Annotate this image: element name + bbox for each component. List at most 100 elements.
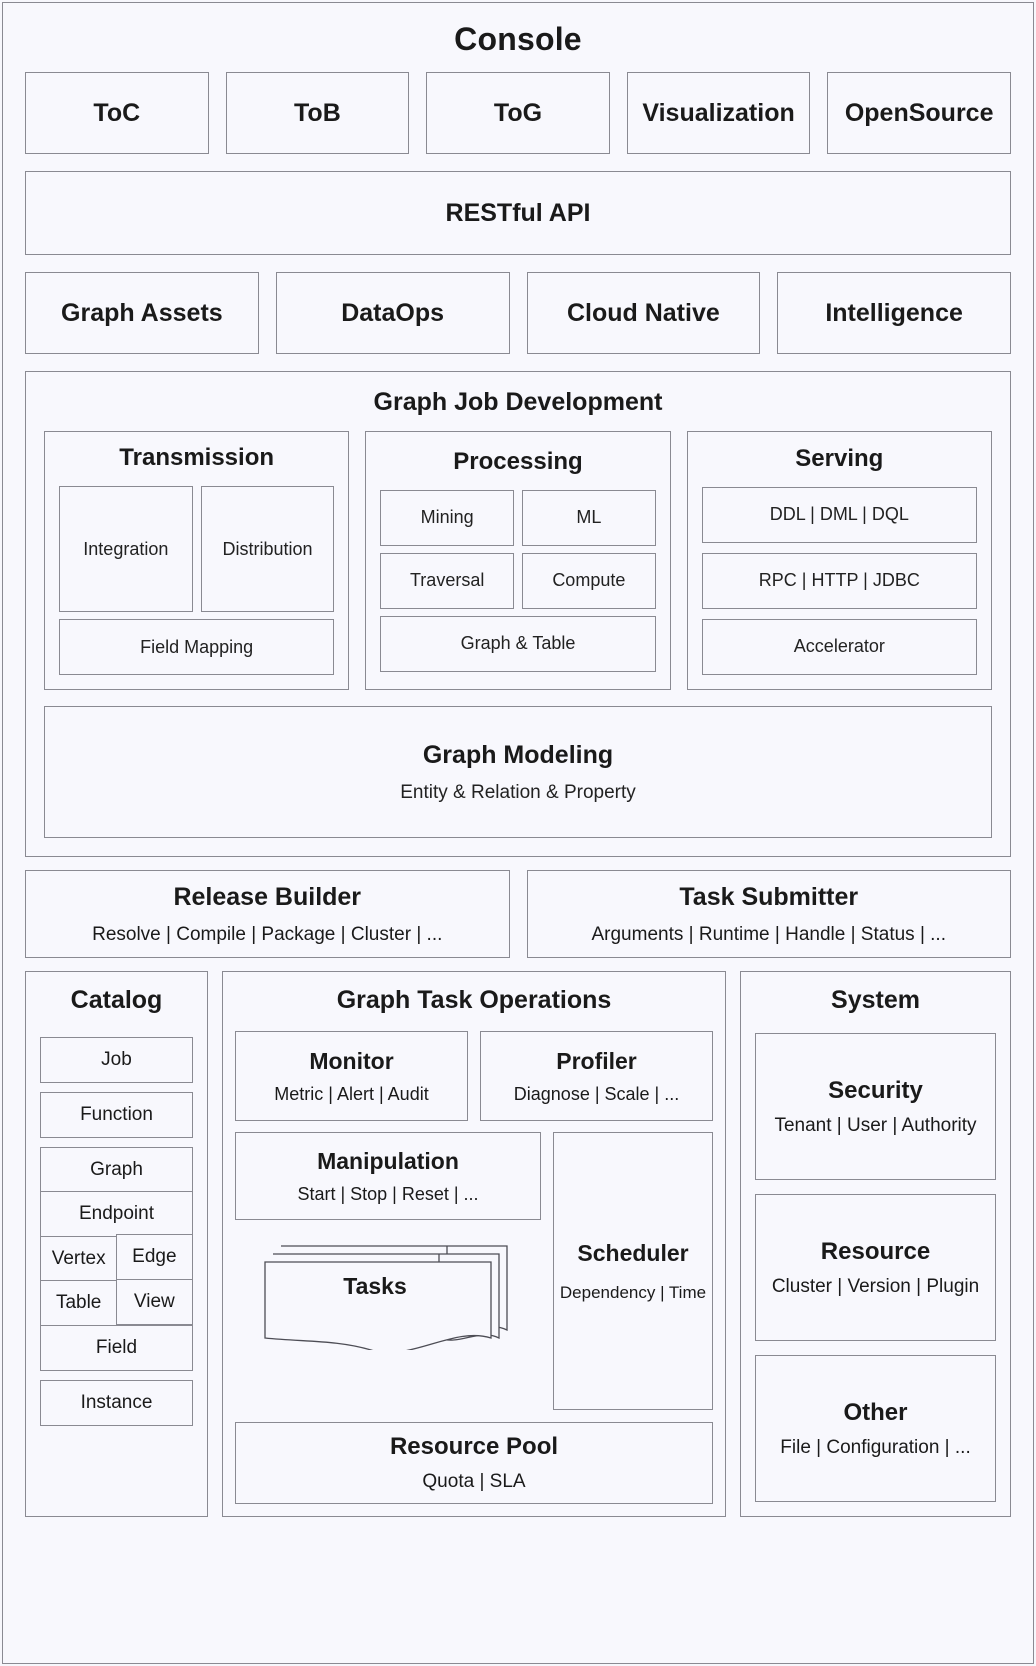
catalog-panel: Catalog Job Function Graph Endpoint Vert… bbox=[25, 971, 208, 1517]
profiler-title: Profiler bbox=[556, 1047, 637, 1074]
catalog-item-view[interactable]: View bbox=[115, 1278, 193, 1325]
graph-job-development-panel: Graph Job Development Transmission Integ… bbox=[25, 371, 1011, 857]
scheduler-subtitle: Dependency | Time bbox=[559, 1282, 707, 1302]
catalog-item-graph[interactable]: Graph bbox=[40, 1147, 193, 1193]
manipulation-box[interactable]: Manipulation Start | Stop | Reset | ... bbox=[235, 1132, 541, 1220]
graph-job-development-columns: Transmission Integration Distribution Fi… bbox=[26, 431, 1010, 690]
bottom-row: Catalog Job Function Graph Endpoint Vert… bbox=[25, 971, 1011, 1517]
serving-title: Serving bbox=[795, 444, 884, 472]
catalog-item-endpoint[interactable]: Endpoint bbox=[40, 1191, 193, 1238]
catalog-item-field[interactable]: Field bbox=[40, 1324, 193, 1371]
scheduler-box[interactable]: Scheduler Dependency | Time bbox=[553, 1132, 713, 1410]
release-builder-title: Release Builder bbox=[173, 882, 362, 911]
console-diagram-root: Console ToC ToB ToG Visualization OpenSo… bbox=[2, 2, 1034, 1664]
profiler-box[interactable]: Profiler Diagnose | Scale | ... bbox=[480, 1031, 713, 1121]
transmission-item-integration[interactable]: Integration bbox=[59, 486, 193, 612]
page-title: Console bbox=[454, 21, 582, 57]
channel-row: ToC ToB ToG Visualization OpenSource bbox=[25, 72, 1011, 154]
processing-item-ml[interactable]: ML bbox=[522, 489, 656, 546]
channel-label: ToB bbox=[294, 98, 341, 127]
capability-box-intelligence[interactable]: Intelligence bbox=[777, 272, 1011, 354]
capability-label: Intelligence bbox=[825, 298, 963, 327]
transmission-item-distribution[interactable]: Distribution bbox=[200, 486, 335, 612]
tasks-stack-wrapper: Tasks bbox=[235, 1232, 541, 1410]
resource-box[interactable]: Resource Cluster | Version | Plugin bbox=[755, 1194, 996, 1341]
graph-modeling-title: Graph Modeling bbox=[422, 740, 614, 769]
monitor-subtitle: Metric | Alert | Audit bbox=[274, 1083, 429, 1104]
system-body: Security Tenant | User | Authority Resou… bbox=[741, 1027, 1010, 1516]
other-box[interactable]: Other File | Configuration | ... bbox=[755, 1355, 996, 1502]
monitor-title: Monitor bbox=[309, 1047, 394, 1074]
transmission-pair-row: Integration Distribution bbox=[59, 486, 335, 612]
graph-task-operations-panel: Graph Task Operations Monitor Metric | A… bbox=[222, 971, 726, 1517]
serving-panel: Serving DDL | DML | DQL RPC | HTTP | JDB… bbox=[686, 431, 992, 690]
capability-label: Graph Assets bbox=[61, 298, 223, 327]
catalog-item-vertex[interactable]: Vertex bbox=[40, 1235, 118, 1282]
resource-pool-subtitle: Quota | SLA bbox=[422, 1471, 526, 1492]
resource-pool-title: Resource Pool bbox=[389, 1433, 559, 1460]
channel-box-opensource[interactable]: OpenSource bbox=[827, 72, 1011, 154]
serving-item-ddl-dml-dql[interactable]: DDL | DML | DQL bbox=[701, 486, 977, 543]
catalog-item-function[interactable]: Function bbox=[40, 1092, 193, 1138]
other-subtitle: File | Configuration | ... bbox=[780, 1436, 971, 1458]
processing-item-graph-and-table[interactable]: Graph & Table bbox=[380, 615, 656, 672]
manipulation-tasks-column: Manipulation Start | Stop | Reset | ... bbox=[235, 1132, 541, 1410]
security-box[interactable]: Security Tenant | User | Authority bbox=[755, 1033, 996, 1180]
catalog-item-edge[interactable]: Edge bbox=[115, 1234, 193, 1281]
task-submitter-box[interactable]: Task Submitter Arguments | Runtime | Han… bbox=[526, 870, 1011, 958]
task-submitter-subtitle: Arguments | Runtime | Handle | Status | … bbox=[591, 923, 946, 945]
graph-modeling-box[interactable]: Graph Modeling Entity & Relation & Prope… bbox=[44, 706, 992, 838]
restful-api-box[interactable]: RESTful API bbox=[25, 171, 1011, 255]
release-builder-box[interactable]: Release Builder Resolve | Compile | Pack… bbox=[25, 870, 510, 958]
monitor-box[interactable]: Monitor Metric | Alert | Audit bbox=[235, 1031, 468, 1121]
capability-box-dataops[interactable]: DataOps bbox=[275, 272, 510, 354]
processing-panel: Processing Mining ML Traversal Compute G… bbox=[365, 431, 671, 690]
channel-label: ToG bbox=[493, 98, 543, 127]
capability-row: Graph Assets DataOps Cloud Native Intell… bbox=[25, 272, 1011, 354]
serving-item-rpc-http-jdbc[interactable]: RPC | HTTP | JDBC bbox=[701, 552, 977, 609]
catalog-item-instance[interactable]: Instance bbox=[40, 1379, 193, 1426]
security-title: Security bbox=[828, 1076, 923, 1104]
resource-subtitle: Cluster | Version | Plugin bbox=[771, 1275, 980, 1297]
capability-label: DataOps bbox=[341, 298, 445, 327]
catalog-item-table[interactable]: Table bbox=[40, 1280, 118, 1327]
transmission-item-field-mapping[interactable]: Field Mapping bbox=[59, 619, 335, 675]
processing-row-2: Traversal Compute bbox=[380, 552, 656, 609]
channel-box-toc[interactable]: ToC bbox=[25, 72, 209, 154]
manipulation-title: Manipulation bbox=[317, 1147, 459, 1174]
builder-submitter-row: Release Builder Resolve | Compile | Pack… bbox=[25, 870, 1011, 958]
graph-modeling-subtitle: Entity & Relation & Property bbox=[400, 781, 636, 803]
channel-box-tog[interactable]: ToG bbox=[426, 72, 610, 154]
graph-task-operations-body: Monitor Metric | Alert | Audit Profiler … bbox=[223, 1027, 725, 1516]
diagram-body: ToC ToB ToG Visualization OpenSource RES… bbox=[3, 72, 1033, 1517]
scheduler-title: Scheduler bbox=[577, 1239, 689, 1266]
security-subtitle: Tenant | User | Authority bbox=[774, 1114, 977, 1136]
resource-title: Resource bbox=[820, 1237, 931, 1265]
processing-item-mining[interactable]: Mining bbox=[380, 489, 514, 546]
catalog-row-table-view: Table View bbox=[40, 1278, 193, 1327]
catalog-list: Job Function Graph Endpoint Vertex Edge … bbox=[26, 1027, 207, 1440]
serving-item-accelerator[interactable]: Accelerator bbox=[701, 618, 977, 675]
system-panel: System Security Tenant | User | Authorit… bbox=[740, 971, 1011, 1517]
processing-item-traversal[interactable]: Traversal bbox=[380, 552, 514, 609]
graph-job-development-title: Graph Job Development bbox=[373, 388, 663, 416]
capability-box-cloud-native[interactable]: Cloud Native bbox=[526, 272, 761, 354]
manipulation-subtitle: Start | Stop | Reset | ... bbox=[297, 1183, 479, 1204]
processing-title: Processing bbox=[453, 447, 583, 475]
transmission-title: Transmission bbox=[119, 444, 275, 471]
graph-task-operations-title: Graph Task Operations bbox=[336, 986, 612, 1014]
profiler-subtitle: Diagnose | Scale | ... bbox=[513, 1083, 680, 1104]
channel-box-visualization[interactable]: Visualization bbox=[626, 72, 811, 154]
processing-item-compute[interactable]: Compute bbox=[522, 552, 656, 609]
monitor-profiler-row: Monitor Metric | Alert | Audit Profiler … bbox=[235, 1031, 713, 1121]
capability-label: Cloud Native bbox=[566, 298, 720, 327]
release-builder-subtitle: Resolve | Compile | Package | Cluster | … bbox=[92, 923, 443, 945]
processing-row-1: Mining ML bbox=[380, 489, 656, 546]
tasks-stack-icon[interactable] bbox=[261, 1238, 513, 1350]
catalog-item-job[interactable]: Job bbox=[40, 1037, 193, 1083]
catalog-row-vertex-edge: Vertex Edge bbox=[40, 1234, 193, 1282]
capability-box-graph-assets[interactable]: Graph Assets bbox=[25, 272, 259, 354]
channel-box-tob[interactable]: ToB bbox=[225, 72, 410, 154]
channel-label: ToC bbox=[93, 98, 141, 127]
resource-pool-box[interactable]: Resource Pool Quota | SLA bbox=[235, 1422, 713, 1504]
